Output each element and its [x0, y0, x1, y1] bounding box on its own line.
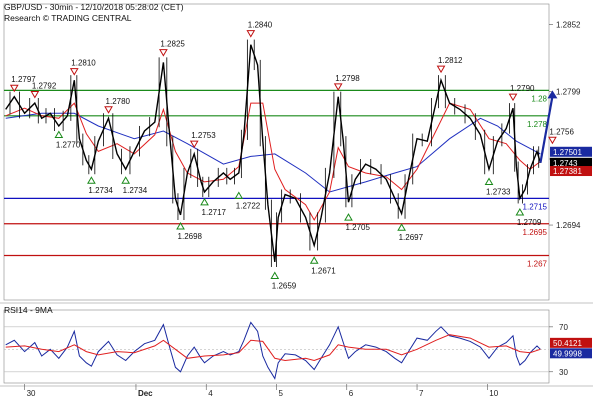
- level-label: 1.278: [527, 120, 548, 129]
- time-tick-label: Dec: [138, 389, 153, 398]
- level-label: 1.267: [527, 260, 548, 269]
- price-tag-label: 1.27501: [553, 148, 582, 157]
- time-tick-label: 30: [27, 389, 36, 398]
- time-tick-label: 5: [279, 389, 284, 398]
- high-annotation-label: 1.2840: [248, 21, 273, 30]
- low-marker: [484, 177, 494, 186]
- price-y-tick-label: 1.2852: [556, 20, 581, 29]
- low-marker: [54, 130, 64, 138]
- low-marker: [121, 176, 131, 184]
- price-tag-label: 1.27381: [553, 167, 582, 176]
- low-annotation-label: 1.2697: [399, 233, 424, 242]
- time-tick-label: 4: [208, 389, 213, 398]
- low-marker: [397, 223, 406, 231]
- high-marker: [30, 91, 40, 99]
- high-marker: [159, 49, 168, 57]
- low-annotation-label: 1.2709: [517, 218, 542, 227]
- price-line: [5, 44, 542, 262]
- rsi-panel-title: RSI14 - 9MA: [4, 305, 53, 315]
- chart-header-title: GBP/USD - 30min - 12/10/2018 05:28:02 (C…: [4, 2, 184, 12]
- low-marker: [309, 256, 319, 264]
- low-marker: [200, 197, 209, 206]
- high-annotation-label: 1.2756: [549, 127, 574, 136]
- high-annotation-label: 1.2812: [438, 56, 463, 65]
- high-marker: [246, 30, 256, 38]
- low-annotation-label: 1.2671: [311, 266, 336, 275]
- time-tick-label: 10: [489, 389, 498, 398]
- time-tick-label: 7: [419, 389, 424, 398]
- high-annotation-label: 1.2790: [510, 84, 535, 93]
- high-marker: [69, 68, 79, 76]
- high-marker: [104, 106, 113, 114]
- low-annotation-label: 1.2733: [486, 188, 511, 197]
- low-annotation-label: 1.2717: [202, 208, 227, 217]
- price-y-tick-label: 1.2799: [556, 88, 581, 97]
- rsi-y-tick-label: 30: [559, 368, 568, 377]
- ma-fast-line: [5, 102, 541, 222]
- chart-header-credit: Research © TRADING CENTRAL: [4, 13, 132, 23]
- low-marker: [234, 191, 244, 199]
- low-marker: [270, 271, 280, 280]
- level-label: 1.28: [531, 94, 547, 103]
- high-annotation-label: 1.2798: [335, 74, 360, 83]
- rsi-value-tag-label: 49.9998: [553, 349, 582, 358]
- high-marker: [548, 136, 557, 145]
- high-annotation-label: 1.2780: [106, 97, 131, 106]
- rsi-line: [5, 321, 541, 380]
- price-y-tick-label: 1.2694: [556, 221, 581, 230]
- low-marker: [87, 176, 96, 184]
- ma-slow-line: [5, 112, 541, 193]
- level-label: 1.2715: [523, 202, 548, 211]
- low-annotation-label: 1.2705: [345, 223, 370, 232]
- rsi-y-tick-label: 70: [559, 323, 568, 332]
- low-marker: [344, 213, 353, 221]
- high-marker: [333, 83, 343, 91]
- low-annotation-label: 1.2722: [236, 201, 261, 210]
- high-marker: [508, 93, 518, 102]
- high-annotation-label: 1.2792: [32, 82, 57, 91]
- chart-root: 1.2852 1.2799 1.2694 30 Dec 4 5 6 7 10 1.28 1.278 1.…: [0, 0, 593, 404]
- low-annotation-label: 1.2659: [272, 282, 297, 291]
- low-annotation-label: 1.2770: [56, 140, 81, 149]
- rsi-value-tag-label: 50.4121: [553, 339, 582, 348]
- low-annotation-label: 1.2734: [123, 186, 148, 195]
- high-marker: [436, 65, 446, 74]
- high-annotation-label: 1.2825: [160, 40, 185, 49]
- price-chart[interactable]: 1.28521.27991.269430 Dec 4 5 6 7 101.281.2781.…: [0, 0, 593, 404]
- time-tick-label: 6: [349, 389, 354, 398]
- low-annotation-label: 1.2734: [88, 186, 113, 195]
- low-annotation-label: 1.2698: [178, 232, 203, 241]
- level-label: 1.2695: [523, 228, 548, 237]
- high-annotation-label: 1.2810: [71, 59, 96, 68]
- high-annotation-label: 1.2753: [191, 131, 216, 140]
